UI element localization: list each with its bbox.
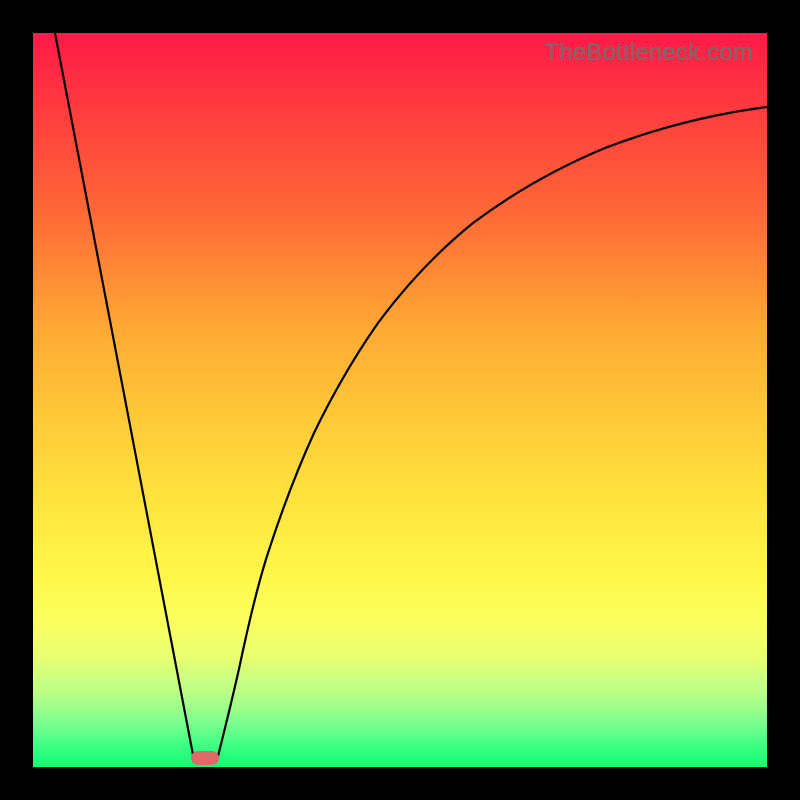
curve-left-segment [55,33,194,760]
min-point-marker [191,751,219,765]
plot-area: TheBottleneck.com [33,33,767,767]
curve-layer [33,33,767,767]
chart-frame: TheBottleneck.com [0,0,800,800]
curve-right-segment [217,107,767,760]
